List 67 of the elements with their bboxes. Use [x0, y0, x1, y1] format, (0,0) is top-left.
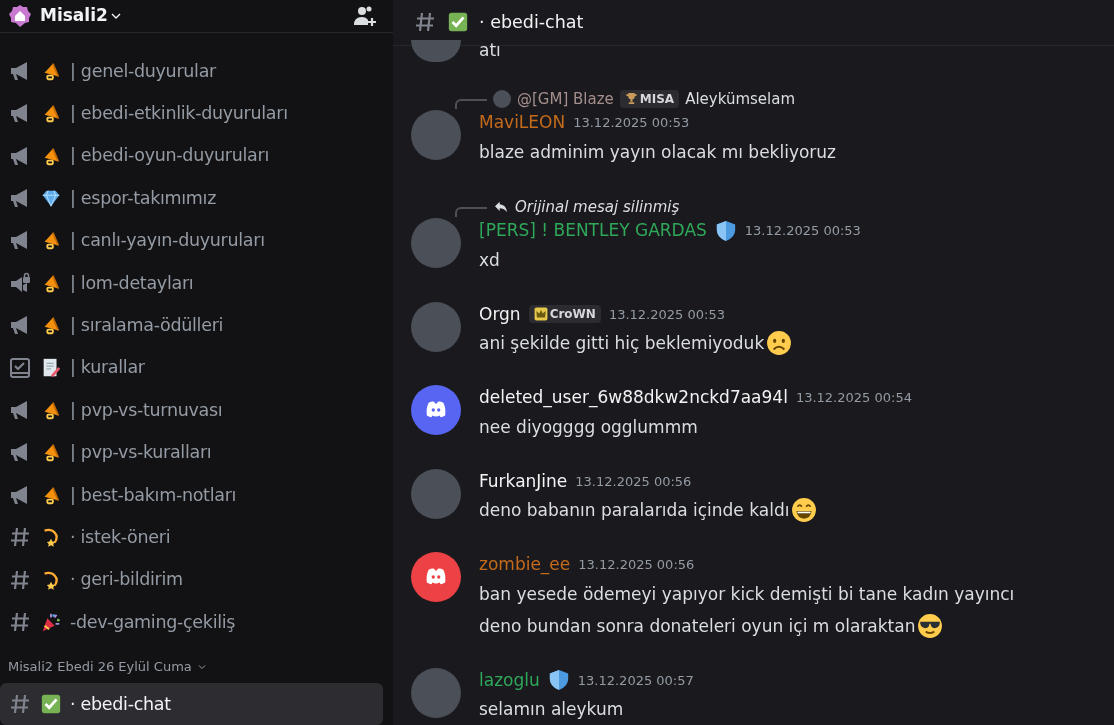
- channel-name[interactable]: | lom-detayları: [70, 269, 194, 296]
- reply-author[interactable]: @[GM] Blaze: [517, 87, 614, 110]
- username[interactable]: FurkanJine: [479, 468, 568, 494]
- channel-name[interactable]: | sıralama-ödülleri: [70, 312, 224, 339]
- avatar-photo[interactable]: [493, 89, 511, 108]
- channel-name[interactable]: | pvp-vs-turnuvası: [70, 396, 223, 424]
- server-icon: [8, 3, 32, 28]
- message-text: ban yesede ödemeyi yapıyor kick demişti bi tane kadın yayıncı: [479, 582, 1015, 606]
- timestamp: 13.12.2025 00:56: [575, 472, 692, 491]
- channel-name[interactable]: · geri-bildirim: [70, 566, 183, 593]
- avatar-photo[interactable]: [411, 39, 461, 62]
- message-text: blaze adminim yayın olacak mı bekliyoruz: [479, 140, 837, 164]
- message-text: deno babanın paralarıda içinde kaldı: [479, 499, 790, 522]
- channel-name[interactable]: | kurallar: [70, 354, 145, 381]
- server-name[interactable]: Misali2: [40, 3, 108, 29]
- category-name[interactable]: Misali2 Ebedi 26 Eylül Cuma: [8, 657, 192, 677]
- username[interactable]: deleted_user_6w88dkw2nckd7aa94l: [479, 385, 788, 411]
- channel-name[interactable]: | canlı-yayın-duyuruları: [70, 227, 265, 254]
- channel-name[interactable]: | genel-duyurular: [70, 57, 216, 84]
- avatar-photo[interactable]: [411, 468, 461, 519]
- channel-name[interactable]: -dev-gaming-çekiliş: [70, 608, 236, 636]
- timestamp: 13.12.2025 00:53: [608, 305, 725, 324]
- channel-title: · ebedi-chat: [479, 11, 584, 35]
- default-avatar[interactable]: [411, 552, 461, 602]
- channel-name[interactable]: | best-bakım-notları: [70, 481, 237, 508]
- avatar-photo[interactable]: [411, 218, 461, 268]
- avatar-photo[interactable]: [411, 110, 461, 160]
- timestamp: 13.12.2025 00:53: [744, 222, 861, 240]
- channel-name[interactable]: · istek-öneri: [70, 524, 171, 551]
- timestamp: 13.12.2025 00:57: [577, 671, 694, 690]
- reply-connector-line: [455, 98, 487, 109]
- channel-name[interactable]: | espor-takımımız: [70, 184, 217, 212]
- checklist-icon: [8, 355, 32, 380]
- timestamp: 13.12.2025 00:53: [573, 114, 690, 132]
- timestamp: 13.12.2025 00:54: [795, 389, 912, 407]
- username[interactable]: MaviLEON: [479, 110, 566, 136]
- guild-tag: MISA: [619, 89, 680, 108]
- grinning-face-icon: [791, 497, 818, 523]
- channel-name[interactable]: | ebedi-etkinlik-duyuruları: [70, 100, 288, 127]
- sad-face-icon: [766, 330, 793, 356]
- timestamp: 13.12.2025 00:56: [578, 556, 695, 574]
- checkmark-box-icon: [40, 692, 62, 715]
- username[interactable]: zombie_ee: [479, 552, 571, 578]
- message-text: deno bundan sonra donateleri oyun içi m olaraktan: [479, 614, 916, 638]
- locked-megaphone-icon: [8, 270, 32, 295]
- message-text: xd: [479, 248, 500, 272]
- reply-connector-line: [455, 206, 487, 217]
- sunglasses-face-icon: [917, 612, 944, 639]
- reply-preview[interactable]: Aleykümselam: [685, 87, 796, 110]
- avatar-photo[interactable]: [411, 301, 461, 352]
- message-text: ani şekilde gitti hiç beklemiyoduk: [479, 332, 765, 355]
- checkmark-box-icon: [447, 11, 469, 34]
- username[interactable]: [PERS] ! BENTLEY GARDAS: [479, 218, 707, 244]
- username[interactable]: Orgn: [479, 301, 521, 327]
- message-text: nee diyogggg ogglummm: [479, 415, 698, 439]
- channel-name[interactable]: | pvp-vs-kuralları: [70, 439, 212, 466]
- message-text: atı: [479, 39, 501, 60]
- reply-preview: Orijinal mesaj silinmiş: [515, 196, 680, 218]
- crown-icon: [533, 307, 548, 322]
- message-text: selamın aleykum: [479, 698, 624, 721]
- username[interactable]: lazoglu: [479, 667, 540, 693]
- channel-name[interactable]: | ebedi-oyun-duyuruları: [70, 142, 269, 169]
- guild-tag: CroWN: [528, 305, 601, 324]
- trophy-icon: [624, 92, 638, 106]
- channel-item[interactable]: · ebedi-chat: [0, 682, 383, 725]
- avatar-photo[interactable]: [411, 667, 461, 718]
- default-avatar[interactable]: [411, 385, 461, 435]
